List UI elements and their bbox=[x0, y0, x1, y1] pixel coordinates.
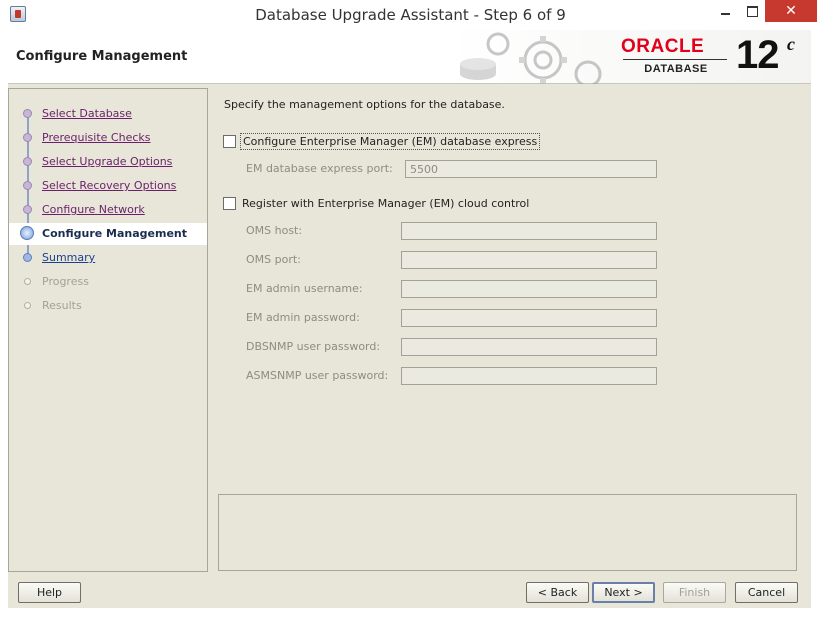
cloud-control-checkbox-row[interactable]: Register with Enterprise Manager (EM) cl… bbox=[223, 195, 531, 211]
step-select-upgrade-options[interactable]: Select Upgrade Options bbox=[9, 151, 207, 173]
step-label[interactable]: Select Database bbox=[42, 107, 132, 120]
back-button[interactable]: < Back bbox=[526, 582, 589, 603]
close-button[interactable]: ✕ bbox=[765, 0, 817, 22]
intro-text: Specify the management options for the d… bbox=[224, 98, 505, 111]
help-button[interactable]: Help bbox=[18, 582, 81, 603]
title-bar: Database Upgrade Assistant - Step 6 of 9… bbox=[0, 0, 821, 30]
step-label: Configure Management bbox=[42, 227, 188, 240]
window-title: Database Upgrade Assistant - Step 6 of 9 bbox=[255, 6, 566, 24]
em-express-checkbox[interactable] bbox=[223, 134, 236, 148]
cloud-control-checkbox[interactable] bbox=[223, 196, 236, 210]
minimize-button[interactable] bbox=[712, 0, 738, 22]
step-prerequisite-checks[interactable]: Prerequisite Checks bbox=[9, 127, 207, 149]
em-admin-password-input[interactable] bbox=[401, 309, 657, 327]
step-results: Results bbox=[9, 295, 207, 317]
step-node-icon bbox=[23, 181, 32, 190]
em-express-checkbox-row[interactable]: Configure Enterprise Manager (EM) databa… bbox=[223, 132, 541, 150]
step-progress: Progress bbox=[9, 271, 207, 293]
oracle-database-logo: ORACLE DATABASE bbox=[621, 36, 731, 76]
next-button[interactable]: Next > bbox=[592, 582, 655, 603]
em-admin-password-label: EM admin password: bbox=[246, 311, 360, 324]
step-node-icon bbox=[23, 133, 32, 142]
step-select-recovery-options[interactable]: Select Recovery Options bbox=[9, 175, 207, 197]
step-node-icon bbox=[24, 302, 31, 309]
maximize-button[interactable] bbox=[739, 0, 765, 22]
step-node-icon bbox=[23, 253, 32, 262]
step-label[interactable]: Configure Network bbox=[42, 203, 145, 216]
em-express-label[interactable]: Configure Enterprise Manager (EM) databa… bbox=[240, 132, 541, 150]
asmsnmp-password-input[interactable] bbox=[401, 367, 657, 385]
finish-button: Finish bbox=[663, 582, 726, 603]
oms-port-label: OMS port: bbox=[246, 253, 301, 266]
database-wordmark: DATABASE bbox=[644, 63, 708, 75]
oracle-wordmark: ORACLE bbox=[621, 36, 705, 57]
messages-pane bbox=[218, 494, 797, 571]
step-node-icon bbox=[24, 278, 31, 285]
step-select-database[interactable]: Select Database bbox=[9, 103, 207, 125]
cancel-button[interactable]: Cancel bbox=[735, 582, 798, 603]
step-node-icon bbox=[23, 205, 32, 214]
em-admin-username-label: EM admin username: bbox=[246, 282, 363, 295]
em-admin-username-input[interactable] bbox=[401, 280, 657, 298]
version-number: 12 bbox=[736, 33, 779, 77]
step-configure-network[interactable]: Configure Network bbox=[9, 199, 207, 221]
gears-decoration-icon bbox=[460, 32, 602, 84]
step-node-icon bbox=[23, 157, 32, 166]
step-label[interactable]: Select Upgrade Options bbox=[42, 155, 172, 168]
cloud-control-label[interactable]: Register with Enterprise Manager (EM) cl… bbox=[240, 196, 531, 211]
oms-port-input[interactable] bbox=[401, 251, 657, 269]
logo-divider bbox=[623, 59, 727, 60]
asmsnmp-password-label: ASMSNMP user password: bbox=[246, 369, 389, 382]
step-node-icon bbox=[23, 109, 32, 118]
step-label: Results bbox=[42, 299, 82, 312]
step-label[interactable]: Prerequisite Checks bbox=[42, 131, 150, 144]
oms-host-label: OMS host: bbox=[246, 224, 303, 237]
step-configure-management[interactable]: Configure Management bbox=[9, 223, 207, 245]
step-summary[interactable]: Summary bbox=[9, 247, 207, 269]
version-suffix: c bbox=[787, 34, 795, 54]
current-step-icon bbox=[20, 226, 34, 240]
step-label: Progress bbox=[42, 275, 89, 288]
em-express-port-input[interactable] bbox=[405, 160, 657, 178]
em-express-port-label: EM database express port: bbox=[246, 162, 393, 175]
step-label[interactable]: Summary bbox=[42, 251, 95, 264]
wizard-body: Select Database Prerequisite Checks Sele… bbox=[8, 84, 811, 608]
dbsnmp-password-input[interactable] bbox=[401, 338, 657, 356]
oms-host-input[interactable] bbox=[401, 222, 657, 240]
management-options-panel: Specify the management options for the d… bbox=[216, 84, 811, 574]
step-label[interactable]: Select Recovery Options bbox=[42, 179, 176, 192]
page-title: Configure Management bbox=[16, 49, 188, 64]
page-header: Configure Management ORACLE DATABASE 12 … bbox=[8, 30, 811, 84]
dbsnmp-password-label: DBSNMP user password: bbox=[246, 340, 381, 353]
steps-panel: Select Database Prerequisite Checks Sele… bbox=[8, 88, 208, 572]
